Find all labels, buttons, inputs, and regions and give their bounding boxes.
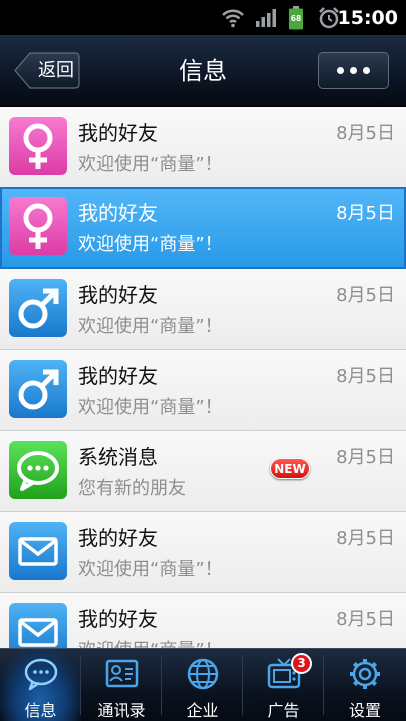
status-time: 15:00	[337, 6, 398, 29]
message-date: 8月5日	[336, 528, 395, 549]
message-date: 8月5日	[336, 447, 395, 468]
message-preview: 欢迎使用“商量”！	[78, 636, 223, 648]
message-date: 8月5日	[336, 203, 395, 224]
message-icon	[21, 656, 61, 692]
bottom-tab-bar: 信息 通讯录 企业 3 广告 设置	[0, 648, 406, 721]
message-row-selected[interactable]: 我的好友 欢迎使用“商量”！ 8月5日	[0, 187, 406, 269]
message-title: 系统消息	[78, 445, 158, 469]
message-preview: 欢迎使用“商量”！	[78, 559, 223, 580]
tab-label: 信息	[24, 701, 57, 720]
battery-level-text: 68	[291, 14, 301, 23]
envelope-icon	[9, 603, 67, 648]
wifi-icon	[220, 0, 246, 35]
message-row[interactable]: 我的好友 欢迎使用“商量”！ 8月5日	[0, 350, 406, 431]
message-title: 我的好友	[78, 526, 158, 550]
gear-icon	[345, 656, 385, 692]
back-button[interactable]: 返回	[14, 52, 80, 89]
message-preview: 欢迎使用“商量”！	[78, 397, 223, 418]
more-icon	[319, 53, 388, 88]
status-bar: 68 15:00	[0, 0, 406, 35]
ads-count-badge: 3	[291, 653, 312, 674]
message-preview: 您有新的朋友	[78, 478, 186, 499]
message-row[interactable]: 我的好友 欢迎使用“商量”！ 8月5日	[0, 107, 406, 188]
message-preview: 欢迎使用“商量”！	[78, 154, 223, 175]
message-title: 我的好友	[78, 607, 158, 631]
message-row[interactable]: 系统消息 您有新的朋友 NEW 8月5日	[0, 431, 406, 512]
message-date: 8月5日	[336, 123, 395, 144]
message-row[interactable]: 我的好友 欢迎使用“商量”！ 8月5日	[0, 269, 406, 350]
tab-enterprise[interactable]: 企业	[162, 649, 243, 721]
new-badge: NEW	[270, 458, 310, 479]
tab-messages[interactable]: 信息	[0, 649, 81, 721]
message-title: 我的好友	[78, 201, 158, 225]
tab-label: 通讯录	[97, 701, 146, 720]
envelope-icon	[9, 522, 67, 580]
back-button-label: 返回	[38, 60, 74, 81]
battery-icon: 68	[286, 0, 306, 35]
message-title: 我的好友	[78, 364, 158, 388]
message-preview: 欢迎使用“商量”！	[78, 316, 223, 337]
message-date: 8月5日	[336, 366, 395, 387]
message-date: 8月5日	[336, 609, 395, 630]
message-title: 我的好友	[78, 121, 158, 145]
female-icon	[9, 197, 67, 255]
message-row[interactable]: 我的好友 欢迎使用“商量”！ 8月5日	[0, 512, 406, 593]
more-button[interactable]	[318, 52, 389, 89]
message-list[interactable]: 我的好友 欢迎使用“商量”！ 8月5日 我的好友 欢迎使用“商量”！ 8月5日 …	[0, 107, 406, 648]
tab-ads[interactable]: 3 广告	[243, 649, 324, 721]
chat-bubble-icon	[9, 441, 67, 499]
message-date: 8月5日	[336, 285, 395, 306]
tab-settings[interactable]: 设置	[324, 649, 406, 721]
tab-label: 企业	[186, 701, 219, 720]
signal-icon	[254, 0, 278, 35]
tab-contacts[interactable]: 通讯录	[81, 649, 162, 721]
globe-icon	[183, 656, 223, 692]
message-preview: 欢迎使用“商量”！	[78, 234, 223, 255]
message-title: 我的好友	[78, 283, 158, 307]
male-icon	[9, 360, 67, 418]
female-icon	[9, 117, 67, 175]
header-bar: 返回 信息	[0, 35, 406, 107]
message-row[interactable]: 我的好友 欢迎使用“商量”！ 8月5日	[0, 593, 406, 648]
contacts-icon	[102, 656, 142, 692]
page-title: 信息	[179, 57, 227, 85]
tab-label: 设置	[348, 701, 381, 720]
tab-label: 广告	[267, 701, 300, 720]
male-icon	[9, 279, 67, 337]
